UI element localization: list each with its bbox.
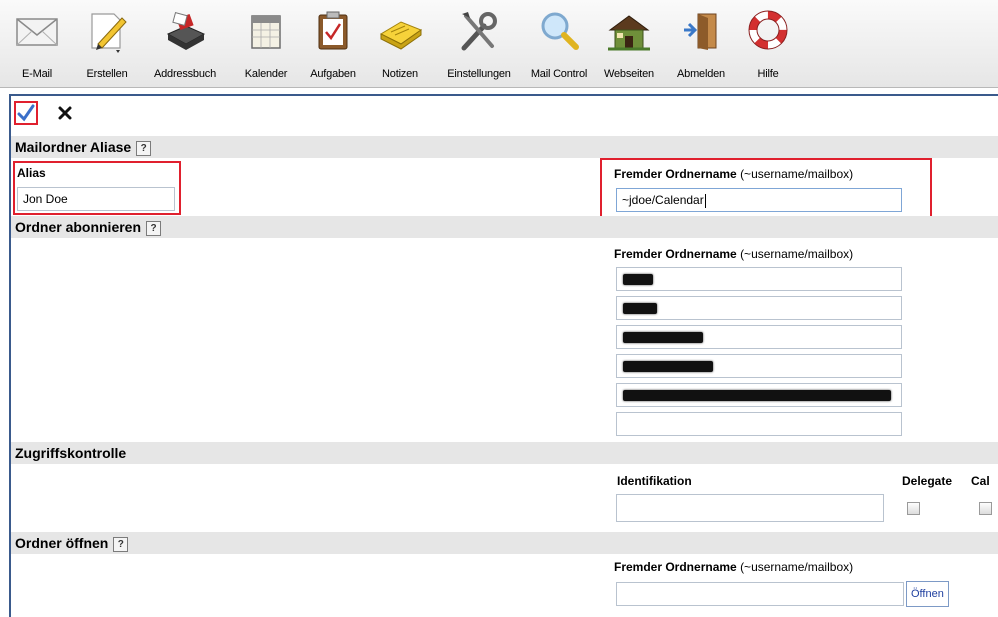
open-foreign-label-text: Fremder Ordnername bbox=[614, 560, 737, 574]
subscribe-folder-input[interactable] bbox=[616, 325, 902, 349]
subscribe-foreign-label: Fremder Ordnername (~username/mailbox) bbox=[614, 247, 853, 261]
folder-settings-panel: Mailordner Aliase? Alias Jon Doe Fremder… bbox=[9, 94, 998, 617]
delegate-checkbox[interactable] bbox=[907, 502, 920, 515]
section-header-access: Zugriffskontrolle bbox=[11, 442, 998, 464]
help-icon[interactable]: ? bbox=[146, 220, 162, 236]
save-button[interactable] bbox=[16, 103, 36, 123]
toolbar-email[interactable]: E-Mail bbox=[14, 4, 60, 86]
alias-value: Jon Doe bbox=[23, 192, 68, 206]
subscribe-folder-input[interactable] bbox=[616, 383, 902, 407]
help-icon[interactable]: ? bbox=[136, 140, 152, 156]
toolbar-settings-label: Einstellungen bbox=[447, 68, 511, 80]
redacted-text bbox=[623, 274, 653, 285]
addressbook-icon bbox=[166, 12, 206, 50]
alias-foreign-label-text: Fremder Ordnername bbox=[614, 167, 737, 181]
toolbar-addressbook-label: Addressbuch bbox=[153, 68, 216, 80]
toolbar-mail-control[interactable]: Mail Control bbox=[531, 4, 587, 86]
section-title-access: Zugriffskontrolle bbox=[15, 445, 127, 461]
notes-icon bbox=[379, 21, 423, 50]
subscribe-folder-input[interactable] bbox=[616, 296, 902, 320]
redacted-text bbox=[623, 332, 703, 343]
open-folder-input[interactable] bbox=[616, 582, 904, 606]
open-foreign-hint: (~username/mailbox) bbox=[740, 560, 854, 574]
open-folder-button[interactable]: Öffnen bbox=[906, 581, 949, 607]
help-icon[interactable]: ? bbox=[113, 536, 129, 552]
cal-label: Cal bbox=[971, 474, 990, 488]
toolbar-logout[interactable]: Abmelden bbox=[677, 4, 725, 86]
toolbar-compose-label: Erstellen bbox=[86, 68, 128, 80]
alias-label: Alias bbox=[17, 166, 46, 180]
alias-foreign-input[interactable]: ~jdoe/Calendar bbox=[616, 188, 902, 212]
section-title-open-folder: Ordner öffnen bbox=[15, 535, 109, 551]
subscribe-folder-input[interactable] bbox=[616, 354, 902, 378]
alias-foreign-value: ~jdoe/Calendar bbox=[622, 193, 704, 207]
redacted-text bbox=[623, 361, 713, 372]
cal-checkbox[interactable] bbox=[979, 502, 992, 515]
section-title-subscribe: Ordner abonnieren bbox=[15, 219, 142, 235]
section-header-aliases: Mailordner Aliase? bbox=[11, 136, 998, 158]
section-header-subscribe: Ordner abonnieren? bbox=[11, 216, 998, 238]
subscribe-foreign-hint: (~username/mailbox) bbox=[740, 247, 854, 261]
subscribe-foreign-label-text: Fremder Ordnername bbox=[614, 247, 737, 261]
compose-pencil-icon bbox=[91, 13, 127, 53]
tasks-clipboard-icon bbox=[318, 11, 348, 50]
toolbar-calendar[interactable]: Kalender bbox=[243, 4, 289, 86]
magnifier-icon bbox=[541, 12, 579, 50]
envelope-icon bbox=[16, 18, 58, 46]
toolbar-compose[interactable]: Erstellen bbox=[84, 4, 130, 86]
toolbar-settings[interactable]: Einstellungen bbox=[447, 4, 511, 86]
calendar-icon bbox=[251, 15, 281, 49]
toolbar-help[interactable]: Hilfe bbox=[745, 4, 791, 86]
logout-door-icon bbox=[684, 13, 717, 50]
lifebuoy-icon bbox=[748, 10, 788, 50]
house-icon bbox=[608, 15, 650, 51]
tools-icon bbox=[461, 12, 497, 51]
close-icon bbox=[58, 106, 72, 120]
subscribe-folder-input[interactable] bbox=[616, 267, 902, 291]
identification-label: Identifikation bbox=[617, 474, 692, 488]
redacted-text bbox=[623, 303, 657, 314]
redacted-text bbox=[623, 390, 891, 401]
toolbar-notes[interactable]: Notizen bbox=[377, 4, 423, 86]
toolbar-tasks[interactable]: Aufgaben bbox=[310, 4, 356, 86]
alias-foreign-label: Fremder Ordnername (~username/mailbox) bbox=[614, 167, 853, 181]
section-title-aliases: Mailordner Aliase bbox=[15, 139, 132, 155]
subscribe-folder-input[interactable] bbox=[616, 412, 902, 436]
cancel-button[interactable] bbox=[55, 103, 75, 123]
toolbar-addressbook[interactable]: Addressbuch bbox=[154, 4, 216, 86]
delegate-label: Delegate bbox=[902, 474, 953, 488]
open-foreign-label: Fremder Ordnername (~username/mailbox) bbox=[614, 560, 853, 574]
alias-foreign-hint: (~username/mailbox) bbox=[740, 167, 854, 181]
identification-input[interactable] bbox=[616, 494, 884, 522]
checkmark-icon bbox=[17, 104, 35, 122]
main-toolbar: E-Mail Erstellen Addressbuch Kalender Au… bbox=[0, 0, 998, 88]
text-caret bbox=[704, 193, 706, 208]
toolbar-websites[interactable]: Webseiten bbox=[604, 4, 654, 86]
section-header-open-folder: Ordner öffnen? bbox=[11, 532, 998, 554]
toolbar-notes-label: Notizen bbox=[382, 68, 418, 80]
toolbar-help-label: Hilfe bbox=[757, 68, 779, 80]
alias-input[interactable]: Jon Doe bbox=[17, 187, 175, 211]
